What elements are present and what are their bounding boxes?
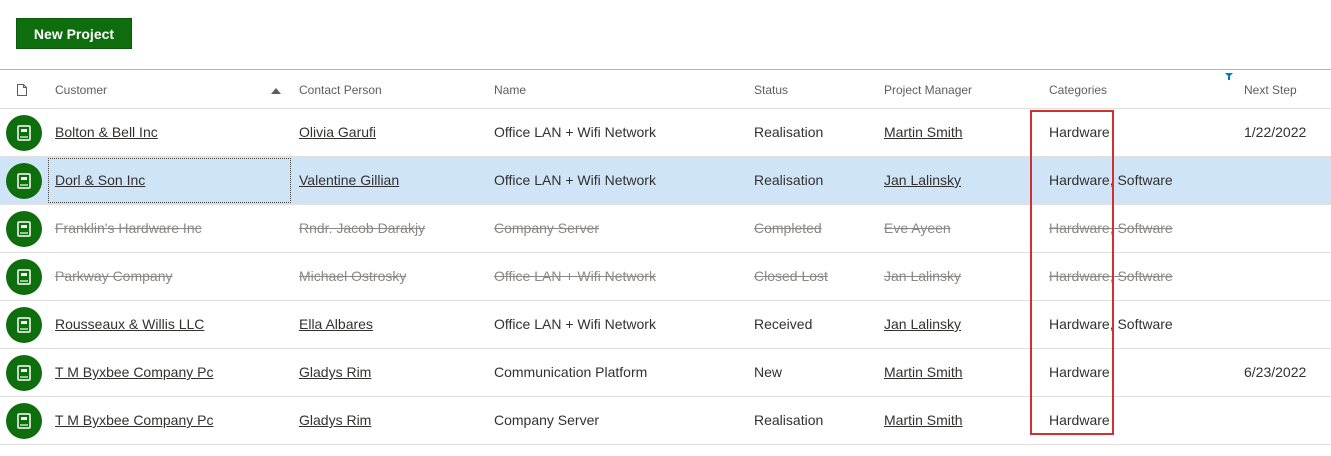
project-status: Realisation	[754, 124, 824, 140]
project-manager-link[interactable]: Eve Ayeen	[884, 205, 951, 252]
customer-link[interactable]: Bolton & Bell Inc	[55, 109, 158, 156]
contact-person-link[interactable]: Ella Albares	[299, 301, 373, 348]
project-categories: Hardware	[1049, 364, 1110, 380]
grid-header: Customer Contact Person Name Status Proj…	[0, 69, 1331, 109]
table-row-selected[interactable]: Dorl & Son Inc Valentine Gillian Office …	[0, 157, 1331, 205]
project-name: Company Server	[494, 220, 600, 236]
project-name: Office LAN + Wifi Network	[494, 124, 656, 140]
project-status: New	[754, 364, 783, 380]
customer-link[interactable]: Rousseaux & Willis LLC	[55, 301, 204, 348]
document-column-icon	[17, 84, 27, 96]
project-name: Office LAN + Wifi Network	[494, 316, 656, 332]
project-status: Realisation	[754, 172, 824, 188]
filter-icon[interactable]	[1225, 73, 1233, 80]
project-manager-link[interactable]: Martin Smith	[884, 109, 963, 156]
header-name[interactable]: Name	[494, 70, 526, 109]
project-manager-link[interactable]: Jan Lalinsky	[884, 301, 961, 348]
project-book-icon[interactable]	[6, 307, 42, 343]
contact-person-link[interactable]: Gladys Rim	[299, 397, 371, 444]
customer-link[interactable]: T M Byxbee Company Pc	[55, 349, 213, 396]
header-customer[interactable]: Customer	[55, 70, 107, 109]
project-name: Office LAN + Wifi Network	[494, 172, 656, 188]
customer-link[interactable]: Parkway Company	[55, 253, 173, 300]
project-name: Company Server	[494, 412, 600, 428]
header-categories[interactable]: Categories	[1049, 70, 1107, 109]
project-name: Office LAN + Wifi Network	[494, 268, 656, 284]
project-book-icon[interactable]	[6, 211, 42, 247]
next-step-date: 1/22/2022	[1244, 124, 1307, 140]
next-step-date: 6/23/2022	[1244, 364, 1307, 380]
project-status: Realisation	[754, 412, 824, 428]
project-categories: Hardware	[1049, 412, 1110, 428]
project-manager-link[interactable]: Jan Lalinsky	[884, 253, 961, 300]
header-project-manager[interactable]: Project Manager	[884, 70, 972, 109]
new-project-button[interactable]: New Project	[16, 18, 132, 49]
contact-person-link[interactable]: Michael Ostrosky	[299, 253, 406, 300]
project-manager-link[interactable]: Martin Smith	[884, 349, 963, 396]
project-status: Completed	[754, 220, 822, 236]
table-row[interactable]: T M Byxbee Company Pc Gladys Rim Communi…	[0, 349, 1331, 397]
customer-link[interactable]: Franklin's Hardware Inc	[55, 205, 202, 252]
header-status[interactable]: Status	[754, 70, 788, 109]
project-categories: Hardware, Software	[1049, 268, 1173, 284]
project-book-icon[interactable]	[6, 355, 42, 391]
project-status: Closed Lost	[754, 268, 828, 284]
project-book-icon[interactable]	[6, 163, 42, 199]
project-name: Communication Platform	[494, 364, 648, 380]
project-categories: Hardware, Software	[1049, 316, 1173, 332]
project-book-icon[interactable]	[6, 259, 42, 295]
header-contact-person[interactable]: Contact Person	[299, 70, 382, 109]
project-categories: Hardware	[1049, 124, 1110, 140]
header-next-step[interactable]: Next Step	[1244, 70, 1297, 109]
project-manager-link[interactable]: Martin Smith	[884, 397, 963, 444]
contact-person-link[interactable]: Valentine Gillian	[299, 157, 399, 204]
contact-person-link[interactable]: Olivia Garufi	[299, 109, 376, 156]
table-row[interactable]: Bolton & Bell Inc Olivia Garufi Office L…	[0, 109, 1331, 157]
table-row-inactive[interactable]: Parkway Company Michael Ostrosky Office …	[0, 253, 1331, 301]
customer-link[interactable]: Dorl & Son Inc	[55, 157, 145, 204]
project-book-icon[interactable]	[6, 115, 42, 151]
contact-person-link[interactable]: Rndr. Jacob Darakjy	[299, 205, 425, 252]
project-status: Received	[754, 316, 813, 332]
project-book-icon[interactable]	[6, 403, 42, 439]
table-row[interactable]: T M Byxbee Company Pc Gladys Rim Company…	[0, 397, 1331, 445]
contact-person-link[interactable]: Gladys Rim	[299, 349, 371, 396]
project-categories: Hardware, Software	[1049, 172, 1173, 188]
customer-link[interactable]: T M Byxbee Company Pc	[55, 397, 213, 444]
sort-ascending-icon[interactable]	[271, 87, 281, 94]
table-row[interactable]: Rousseaux & Willis LLC Ella Albares Offi…	[0, 301, 1331, 349]
project-categories: Hardware, Software	[1049, 220, 1173, 236]
projects-grid: Customer Contact Person Name Status Proj…	[0, 69, 1331, 445]
project-manager-link[interactable]: Jan Lalinsky	[884, 157, 961, 204]
table-row-inactive[interactable]: Franklin's Hardware Inc Rndr. Jacob Dara…	[0, 205, 1331, 253]
